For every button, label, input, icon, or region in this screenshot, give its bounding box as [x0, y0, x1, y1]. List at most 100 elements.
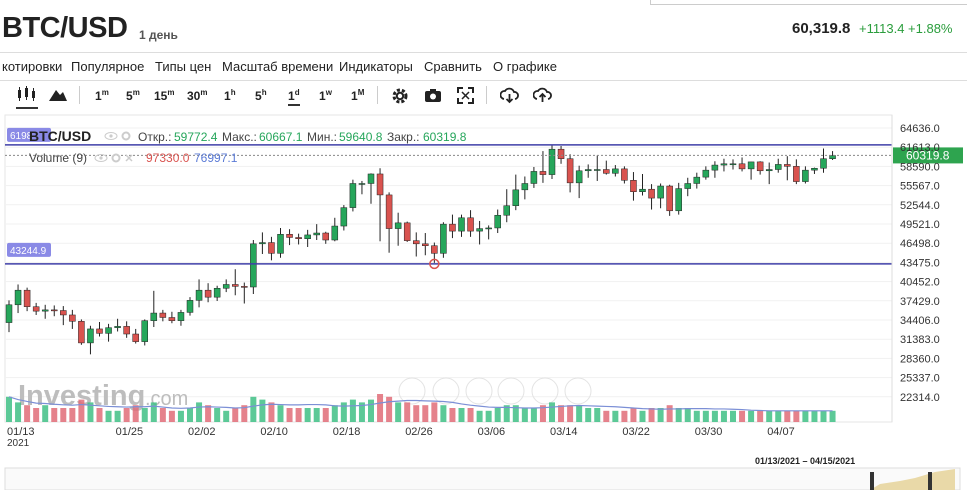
- y-tick-label: 40452.0: [900, 277, 940, 289]
- download-icon[interactable]: [499, 87, 519, 107]
- volume-bar: [295, 408, 302, 422]
- legend-close-label: Закр.:: [387, 130, 420, 144]
- interval-value: 1: [288, 89, 295, 103]
- candle-body: [141, 320, 148, 342]
- menu-compare[interactable]: Сравнить: [424, 59, 482, 74]
- menu-quotes[interactable]: котировки: [2, 59, 62, 74]
- legend-low-label: Мин.:: [307, 130, 337, 144]
- candle-body: [693, 176, 701, 184]
- candle-body: [575, 170, 583, 184]
- volume-bar: [657, 408, 664, 422]
- x-tick-label: 02/26: [405, 426, 433, 438]
- volume-bar: [521, 408, 528, 422]
- interval-1h[interactable]: 1h: [224, 88, 236, 103]
- interval-1d[interactable]: 1d: [288, 88, 300, 106]
- candle-body: [277, 234, 284, 254]
- x-tick-label: 03/22: [622, 426, 650, 438]
- volume-bar: [205, 405, 212, 422]
- price-axis: 64636.0 61613.0 58590.0 55567.0 52544.0 49521…: [891, 115, 940, 422]
- gear-icon[interactable]: [391, 87, 409, 108]
- candle-body: [738, 163, 746, 170]
- candle-body: [566, 158, 574, 184]
- navigator-track: [4, 467, 961, 491]
- mountain-icon[interactable]: [48, 86, 68, 105]
- candle-body: [78, 321, 85, 344]
- candle-body: [195, 289, 203, 301]
- candle: [250, 240, 257, 294]
- volume-bar: [730, 410, 736, 422]
- toolbar-divider: [377, 86, 378, 104]
- candle-body: [286, 234, 293, 238]
- navigator-handle-left[interactable]: [870, 472, 874, 490]
- legend-open: 59772.4: [174, 130, 218, 144]
- volume-bar: [223, 410, 230, 422]
- candle-body: [394, 222, 402, 229]
- candle-body: [177, 312, 185, 321]
- volume-bar: [558, 405, 565, 422]
- fullscreen-icon[interactable]: [457, 87, 474, 107]
- candle-body: [69, 314, 76, 322]
- y-tick-label: 61613.0: [900, 142, 940, 154]
- interval-30m[interactable]: 30m: [187, 88, 207, 103]
- candle-body: [5, 304, 13, 323]
- candle-body: [702, 169, 710, 178]
- interval-1w[interactable]: 1w: [319, 88, 332, 103]
- volume-bar: [268, 402, 275, 422]
- interval-5m[interactable]: 5m: [126, 88, 140, 103]
- volume-bar: [51, 408, 58, 422]
- candle-body: [530, 171, 538, 184]
- candle-body: [186, 300, 194, 313]
- interval-1m[interactable]: 1m: [95, 88, 109, 103]
- interval-1M[interactable]: 1M: [351, 88, 364, 103]
- candle-body: [422, 243, 429, 246]
- volume-bar: [449, 408, 456, 422]
- volume-bar: [829, 410, 836, 422]
- interval-value: 1: [351, 89, 358, 103]
- candle-body: [603, 169, 610, 174]
- legend-high-label: Макс.:: [222, 130, 257, 144]
- candle-body: [51, 309, 58, 312]
- menu-price-types[interactable]: Типы цен: [155, 59, 211, 74]
- interval-unit: m: [132, 88, 140, 97]
- candle: [349, 179, 357, 212]
- volume-bar: [168, 410, 175, 422]
- navigator-handle-right[interactable]: [928, 472, 932, 490]
- candle-body: [829, 155, 836, 159]
- interval-value: 30: [187, 89, 201, 103]
- upload-icon[interactable]: [532, 87, 552, 107]
- toolbar-divider: [79, 86, 80, 104]
- interval-15m[interactable]: 15m: [154, 88, 174, 103]
- legend-volume-red: 97330.0: [146, 151, 190, 165]
- volume-bar: [6, 396, 12, 422]
- y-tick-label: 55567.0: [900, 181, 940, 193]
- candle-body: [440, 223, 447, 254]
- candle-body: [630, 180, 637, 192]
- volume-bar: [802, 410, 809, 422]
- x-tick-label: 01/25: [116, 426, 144, 438]
- volume-bar: [467, 408, 474, 422]
- volume-bar: [304, 408, 311, 422]
- volume-bar: [386, 396, 393, 422]
- volume-bar: [594, 408, 601, 422]
- volume-bar: [60, 408, 67, 422]
- chart-menu: котировки Популярное Типы цен Масштаб вр…: [0, 52, 967, 81]
- price-chart[interactable]: Investing .com 619843244.960319.8 64636.…: [0, 112, 967, 491]
- volume-bar: [33, 408, 40, 422]
- candle-body: [449, 223, 456, 232]
- menu-time-scale[interactable]: Масштаб времени: [222, 59, 333, 74]
- chart-toolbar: 1m 5m 15m 30m 1h 5h 1d 1w 1M: [0, 80, 967, 112]
- menu-indicators[interactable]: Индикаторы: [339, 59, 413, 74]
- interval-unit: m: [200, 88, 208, 97]
- candle-body: [539, 171, 547, 175]
- interval-5h[interactable]: 5h: [255, 88, 267, 103]
- volume-bar: [78, 399, 85, 422]
- candlestick-icon[interactable]: [16, 85, 38, 109]
- candle-body: [548, 148, 556, 175]
- last-price: 60,319.8: [792, 20, 851, 37]
- candle-body: [114, 326, 121, 328]
- menu-popular[interactable]: Популярное: [71, 59, 144, 74]
- menu-about-chart[interactable]: О графике: [493, 59, 557, 74]
- candle-body: [213, 288, 221, 298]
- camera-icon[interactable]: [424, 88, 442, 106]
- chart-area[interactable]: Investing .com 6198 43244.9 60319.8 64636.…: [0, 112, 967, 491]
